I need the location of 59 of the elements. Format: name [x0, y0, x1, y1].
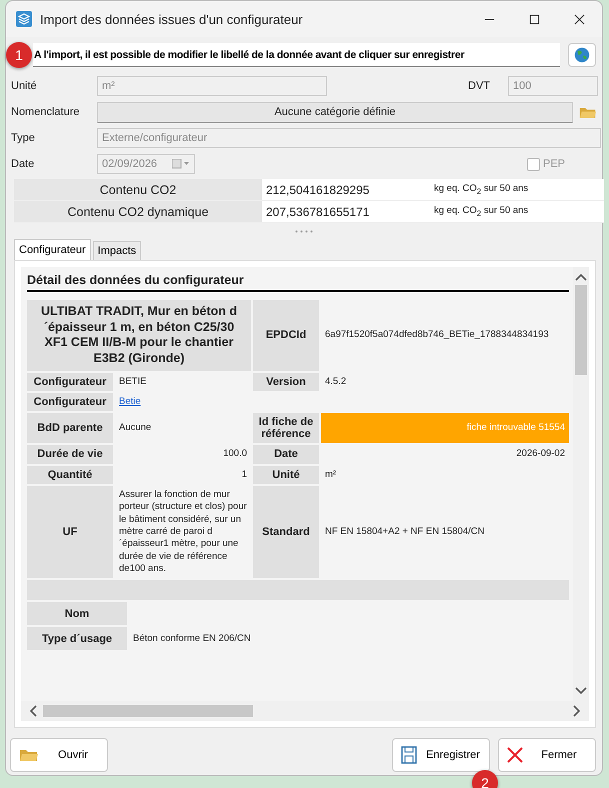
table-header: ULTIBAT TRADIT, Mur en béton d´épaisseur 1 m, en béton C25/30 XF1 CEM II/B-M pour le chantier E3B2 (Gironde) [27, 300, 251, 370]
horizontal-scrollbar[interactable] [21, 701, 589, 721]
close-icon [507, 747, 523, 763]
table-header: Unité [253, 466, 319, 484]
table-header: Date [253, 445, 319, 464]
pep-checkbox[interactable] [527, 158, 540, 170]
link[interactable]: Betie [119, 396, 141, 408]
table-header: Version [253, 372, 319, 391]
table-cell-text: kg eq. CO$_{2}$ sur 50 ans [434, 205, 530, 218]
category-button[interactable]: Aucune catégorie définie [97, 102, 573, 122]
save-icon [401, 746, 417, 764]
table-header: UF [27, 486, 113, 578]
calendar-icon [172, 159, 190, 169]
maximize-icon[interactable] [529, 14, 540, 24]
scroll-right-icon[interactable] [573, 705, 581, 717]
table-header: Configurateur [27, 372, 113, 391]
close-button[interactable]: Fermer [498, 738, 596, 772]
vertical-scrollbar[interactable] [573, 267, 589, 701]
scroll-thumb[interactable] [43, 705, 253, 717]
step-badge: 2 [472, 770, 498, 788]
tab[interactable]: Impacts [92, 241, 142, 260]
table-header: Nom [27, 602, 127, 626]
save-button[interactable]: Enregistrer [392, 738, 490, 772]
section-heading: Détail des données du configurateur [27, 271, 569, 292]
globe-icon [573, 46, 591, 64]
table-header: Configurateur [27, 392, 113, 412]
table-cell: Contenu CO2 [14, 179, 262, 200]
table-header: Id fiche de référence [253, 413, 319, 444]
field-label: Type [11, 132, 36, 144]
table-header: Durée de vie [27, 445, 113, 464]
table-header: EPDCId [253, 300, 319, 370]
field-label: Nomenclature [11, 106, 80, 118]
table-cell: fiche introuvable 51554 [321, 413, 569, 444]
table-cell-text: kg eq. CO$_{2}$ sur 50 ans [434, 183, 530, 196]
field-label: Unité [11, 80, 38, 92]
table-header: Standard [253, 486, 319, 578]
table-header: Quantité [27, 466, 113, 484]
field-label: DVT [468, 80, 491, 92]
table-header: BdD parente [27, 413, 113, 444]
close-icon[interactable] [574, 14, 585, 24]
splitter-handle[interactable] [295, 230, 313, 232]
table-header: Type d´usage [27, 627, 127, 650]
scroll-thumb[interactable] [575, 285, 587, 375]
globe-button[interactable] [568, 43, 596, 67]
scroll-left-icon[interactable] [29, 705, 37, 717]
step-badge: 1 [6, 42, 32, 68]
open-button[interactable]: Ouvrir [10, 738, 108, 772]
checkbox-label: PEP [543, 158, 566, 170]
table-cell-text: 212,504161829295 [265, 182, 370, 196]
window-title: Import des données issues d'un configurateur [40, 12, 304, 26]
folder-icon [19, 748, 39, 762]
layers-icon [16, 11, 32, 27]
table-cell: Contenu CO2 dynamique [14, 201, 262, 222]
table-cell-text: 207,536781655171 [265, 204, 370, 218]
label-field[interactable]: A l'import, il est possible de modifier le libellé de la donnée avant de cliquer sur enregistrer [33, 43, 560, 67]
scroll-up-icon[interactable] [575, 273, 587, 281]
field-label: Date [11, 158, 36, 170]
scroll-down-icon[interactable] [575, 687, 587, 695]
tab[interactable]: Configurateur [14, 239, 91, 260]
